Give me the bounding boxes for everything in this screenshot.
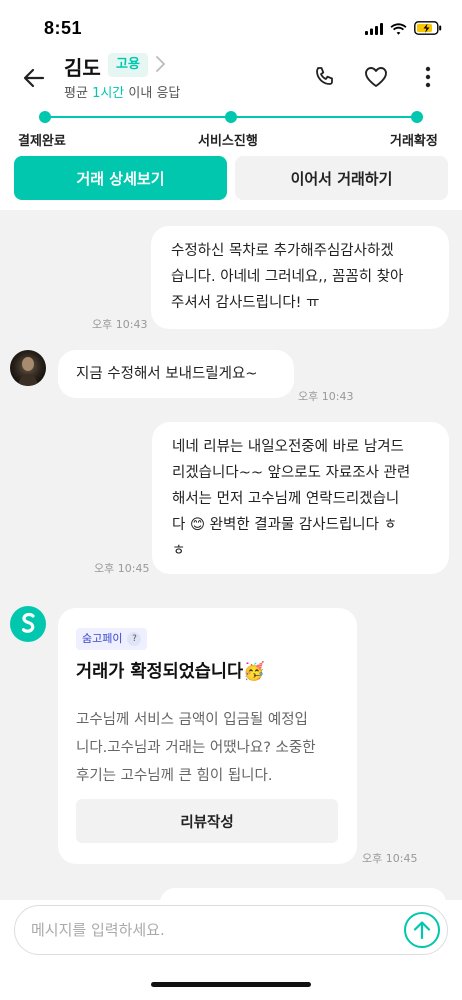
card-title: 거래가 확정되었습니다🥳 [76,662,265,682]
progress-step-paid: 결제완료 [18,134,66,149]
heart-icon [365,67,387,87]
phone-icon [316,67,333,85]
progress-dot [39,111,51,123]
write-review-button[interactable]: 리뷰작성 [76,799,338,843]
message-line: 네네 리뷰는 내일오전중에 바로 남겨드 [172,439,404,455]
message-input-container [14,905,448,955]
message-bubble-outgoing: 네네 리뷰는 내일오전중에 바로 남겨드 리겠습니다~~ 앞으로도 자료조사 관… [152,422,449,574]
chevron-right-icon[interactable] [153,54,167,78]
trade-detail-button[interactable]: 거래 상세보기 [14,156,227,200]
response-suffix: 이내 응답 [124,86,181,101]
message-line: 지금 수정해서 보내드릴게요~ [76,366,258,382]
message-time: 오후 10:45 [94,562,150,575]
message-time: 오후 10:45 [362,852,418,865]
arrow-left-icon [23,68,45,88]
soomgo-logo [10,606,46,642]
send-button[interactable] [404,912,440,948]
chat-header: 김도 고용 평균 1시간 이내 응답 [0,44,462,104]
message-input[interactable] [31,906,391,954]
message-line: 습니다. 아네네 그러네요,, 꼼꼼히 찾아 [171,269,404,285]
message-line: 리겠습니다~~ 앞으로도 자료조사 관련 [172,465,411,481]
status-time: 8:51 [44,18,83,38]
desc-line: 후기는 고수님께 큰 힘이 됩니다. [76,768,273,784]
status-icons [365,20,442,39]
favorite-button[interactable] [359,60,393,94]
response-time: 평균 1시간 이내 응답 [64,82,180,101]
avatar[interactable] [10,350,46,386]
help-icon[interactable]: ? [127,632,142,646]
card-description: 고수님께 서비스 금액이 입금될 예정입 니다.고수님과 거래는 어땠나요? 소… [76,706,344,790]
wifi-icon [390,20,407,39]
message-bubble-incoming: 지금 수정해서 보내드릴게요~ [58,350,294,398]
signal-icon [365,20,383,39]
progress-dot [411,111,423,123]
message-bubble-outgoing-partial [160,888,446,900]
desc-line: 고수님께 서비스 금액이 입금될 예정입 [76,712,308,728]
soomgo-pay-tag[interactable]: 숨고페이 ? [76,628,148,650]
trade-confirmed-card: 숨고페이 ? 거래가 확정되었습니다🥳 고수님께 서비스 금액이 입금될 예정입… [58,608,357,864]
message-line: 해서는 먼저 고수님께 연락드리겠습니 [172,491,400,507]
message-line: 다 😊 완벽한 결과물 감사드립니다 ㅎ [172,517,397,533]
call-button[interactable] [308,60,342,94]
more-button[interactable] [411,60,445,94]
message-input-bar [0,900,462,962]
pay-tag-label: 숨고페이 [82,632,123,645]
message-time: 오후 10:43 [92,318,148,331]
status-bar: 8:51 [0,0,462,44]
chat-screen: 8:51 김도 고용 평균 1시간 이내 응답 결제완료 서비스진행 거래확정 … [0,0,462,1000]
continue-trade-button[interactable]: 이어서 거래하기 [235,156,448,200]
home-indicator [151,982,311,987]
chat-messages[interactable]: 수정하신 목차로 추가해주심감사하겠 습니다. 아네네 그러네요,, 꼼꼼히 찾… [0,210,462,900]
message-line: ㅎ [172,543,186,559]
hire-badge: 고용 [108,53,148,77]
message-line: 주셔서 감사드립니다! ㅠ [171,295,320,311]
response-highlight: 1시간 [92,86,125,101]
message-line: 수정하신 목차로 추가해주심감사하겠 [171,243,394,259]
progress-step-in-service: 서비스진행 [198,134,258,149]
more-vertical-icon [425,66,431,88]
arrow-up-icon [413,921,431,940]
message-bubble-outgoing: 수정하신 목차로 추가해주심감사하겠 습니다. 아네네 그러네요,, 꼼꼼히 찾… [151,226,449,329]
progress-step-confirmed: 거래확정 [390,134,438,149]
response-prefix: 평균 [64,86,93,101]
message-time: 오후 10:43 [298,390,354,403]
trade-progress: 결제완료 서비스진행 거래확정 [0,106,462,150]
progress-dot [225,111,237,123]
desc-line: 니다.고수님과 거래는 어땠나요? 소중한 [76,740,316,756]
user-name[interactable]: 김도 [64,52,101,81]
back-button[interactable] [18,62,50,94]
battery-icon [414,20,442,39]
